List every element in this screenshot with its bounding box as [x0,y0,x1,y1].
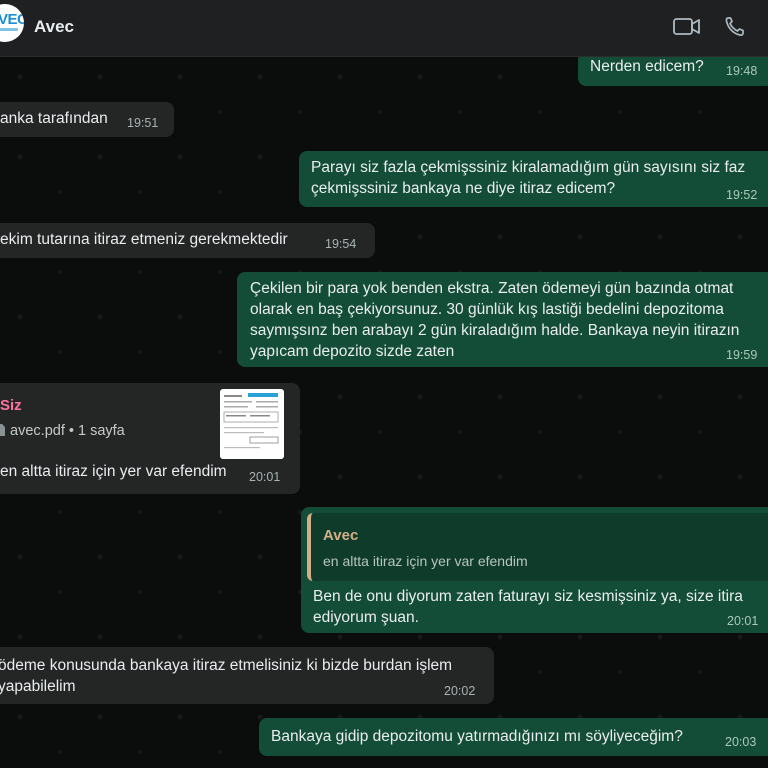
message-incoming[interactable]: ödeme konusunda bankaya itiraz etmelisin… [0,647,494,704]
message-incoming[interactable]: anka tarafından 19:51 [0,102,174,137]
message-outgoing-reply[interactable]: Avec en altta itiraz için yer var efendi… [301,507,768,633]
document-info: avec.pdf • 1 sayfa [0,421,125,442]
document-pages: 1 sayfa [78,423,125,439]
message-text-line: yapıcam depozito sizde zaten [250,343,455,360]
avatar-logo-underline [0,28,18,31]
message-outgoing[interactable]: Nerden edicem? 19:48 [578,57,768,86]
quoted-message[interactable]: Avec en altta itiraz için yer var efendi… [307,513,768,581]
message-text: en altta itiraz için yer var efendim [0,463,227,480]
message-text-line: ödeme konusunda bankaya itiraz etmelisin… [0,657,453,674]
contact-name[interactable]: Avec [34,17,74,37]
video-call-icon[interactable] [672,14,702,40]
document-filename: avec.pdf [10,423,65,439]
message-text-line: yapabilelim [0,678,76,695]
message-outgoing[interactable]: Çekilen bir para yok benden ekstra. Zate… [237,272,768,367]
message-time: 20:01 [727,614,759,628]
quote-text: en altta itiraz için yer var efendim [323,553,528,569]
message-text-line: olarak en baş çekiyorsunuz. 30 günlük kı… [250,301,724,318]
message-time: 19:51 [127,116,159,130]
message-time: 20:01 [249,470,281,484]
quote-author: Avec [323,527,359,544]
message-outgoing[interactable]: Bankaya gidip depozitomu yatırmadığınızı… [259,718,768,756]
message-text: ekim tutarına itiraz etmeniz gerekmekted… [0,231,288,248]
quote-author: Siz [0,397,22,414]
document-thumbnail[interactable] [220,389,284,459]
message-text-line: ediyorum şuan. [313,609,419,626]
message-text-line: Parayı siz fazla çekmişssiniz kiralamadı… [311,159,746,176]
message-text: Bankaya gidip depozitomu yatırmadığınızı… [271,728,683,745]
message-text-line: Ben de onu diyorum zaten faturayı siz ke… [313,588,743,605]
message-time: 19:52 [726,188,758,202]
document-attachment[interactable]: Siz avec.pdf • 1 sayfa [0,383,300,467]
contact-avatar[interactable]: VEC [0,4,24,42]
message-text-line: Çekilen bir para yok benden ekstra. Zate… [250,280,734,297]
message-text-line: çekmişssiniz bankaya ne diye itiraz edic… [311,180,616,197]
avatar-logo-text: VEC [0,11,24,28]
document-separator: • [68,423,74,439]
document-icon [0,424,5,436]
chat-header: VEC Avec [0,0,768,57]
message-time: 19:59 [726,348,758,362]
message-time: 19:48 [726,64,758,78]
message-outgoing[interactable]: Parayı siz fazla çekmişssiniz kiralamadı… [299,151,768,207]
message-text-line: saymışsınz ben arabayı 2 gün kiraladığım… [250,322,740,339]
message-text: Nerden edicem? [590,58,704,75]
voice-call-icon[interactable] [722,14,752,40]
message-time: 20:02 [444,684,476,698]
message-list[interactable]: Nerden edicem? 19:48 anka tarafından 19:… [0,57,768,768]
message-time: 19:54 [325,237,357,251]
message-incoming-document[interactable]: Siz avec.pdf • 1 sayfa en altta itiraz i… [0,383,300,494]
message-time: 20:03 [725,735,757,749]
message-text: anka tarafından [0,110,108,127]
message-incoming[interactable]: ekim tutarına itiraz etmeniz gerekmekted… [0,223,375,258]
